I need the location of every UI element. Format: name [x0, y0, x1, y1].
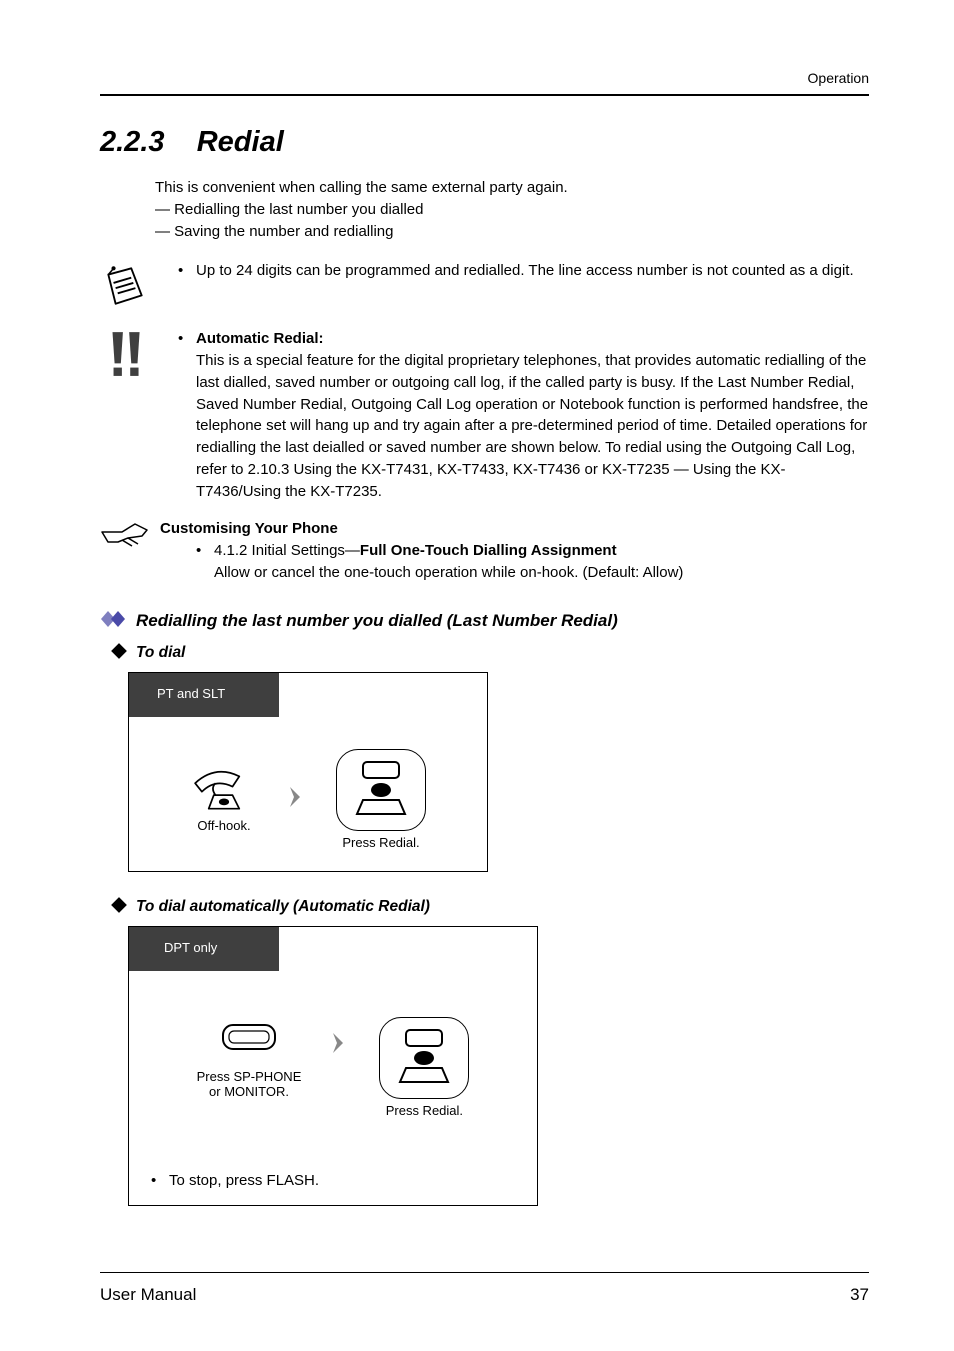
intro-block: This is convenient when calling the same…	[155, 177, 869, 242]
section-name: Redial	[197, 126, 284, 158]
sp-phone-button-icon	[197, 1017, 302, 1065]
footer-page: 37	[850, 1285, 869, 1305]
arrow-icon	[288, 783, 306, 815]
header-rule	[100, 94, 869, 96]
diagram2-box-label: DPT only	[164, 941, 217, 955]
customise-ref: 4.1.2 Initial Settings—	[214, 542, 360, 559]
redial-button-icon	[379, 1017, 469, 1099]
stop-row: • To stop, press FLASH.	[129, 1172, 537, 1189]
bullet-dot: •	[178, 260, 196, 282]
subheading-1-title: Redialling the last number you dialled (…	[136, 611, 618, 631]
bullet-dot: •	[151, 1172, 169, 1189]
customise-heading: Customising Your Phone	[160, 518, 869, 540]
press-redial-label: Press Redial.	[336, 835, 426, 850]
intro-lead: This is convenient when calling the same…	[155, 177, 869, 199]
step-1-head: To dial	[110, 642, 869, 664]
phone-offhook-icon	[190, 766, 258, 814]
step-2-title: To dial automatically (Automatic Redial)	[136, 898, 430, 916]
footer-left: User Manual	[100, 1285, 196, 1305]
sp-phone-group: Press SP-PHONE or MONITOR.	[197, 1017, 302, 1100]
page-chapter: Operation	[100, 70, 869, 86]
arrow-icon	[331, 1029, 349, 1061]
step-1-title: To dial	[136, 644, 185, 662]
redial-group-2: Press Redial.	[379, 1017, 469, 1118]
intro-line1: — Redialling the last number you dialled	[155, 199, 869, 221]
auto-redial-body: This is a special feature for the digita…	[196, 352, 868, 500]
diamond-icon	[110, 642, 128, 664]
pointing-hand-icon	[100, 518, 150, 585]
section-number: 2.2.3	[100, 126, 165, 158]
exclamation-icon	[100, 328, 150, 504]
note1-text: Up to 24 digits can be programmed and re…	[196, 260, 869, 282]
bullet-dot: •	[196, 540, 214, 584]
subheading-1: Redialling the last number you dialled (…	[100, 610, 869, 632]
customise-row: Customising Your Phone • 4.1.2 Initial S…	[100, 518, 869, 585]
section-title: 2.2.3 Redial	[100, 126, 869, 159]
offhook-group: Off-hook.	[190, 766, 258, 833]
dual-diamond-icon	[100, 610, 130, 632]
sp-phone-label: Press SP-PHONE or MONITOR.	[197, 1069, 302, 1100]
diagram-auto-redial: DPT only Press SP-PHONE or MONITOR.	[128, 926, 538, 1206]
diamond-icon	[110, 896, 128, 918]
bullet-dot: •	[178, 328, 196, 502]
step-2-head: To dial automatically (Automatic Redial)	[110, 896, 869, 918]
diagram1-box-label: PT and SLT	[157, 687, 225, 701]
press-redial-label-2: Press Redial.	[379, 1103, 469, 1118]
customise-bold: Full One-Touch Dialling Assignment	[360, 542, 617, 559]
offhook-label: Off-hook.	[190, 818, 258, 833]
diagram-to-dial: PT and SLT Off-hook.	[128, 672, 488, 872]
intro-line2: — Saving the number and redialling	[155, 221, 869, 243]
note-row-2: • Automatic Redial: This is a special fe…	[100, 328, 869, 504]
redial-group: Press Redial.	[336, 749, 426, 850]
note-row-1: • Up to 24 digits can be programmed and …	[100, 260, 869, 314]
redial-button-icon	[336, 749, 426, 831]
auto-redial-label: Automatic Redial:	[196, 330, 324, 347]
notepad-icon	[100, 260, 150, 314]
page-footer: User Manual 37	[100, 1272, 869, 1305]
customise-desc: Allow or cancel the one-touch operation …	[214, 564, 683, 581]
stop-text: To stop, press FLASH.	[169, 1172, 319, 1189]
